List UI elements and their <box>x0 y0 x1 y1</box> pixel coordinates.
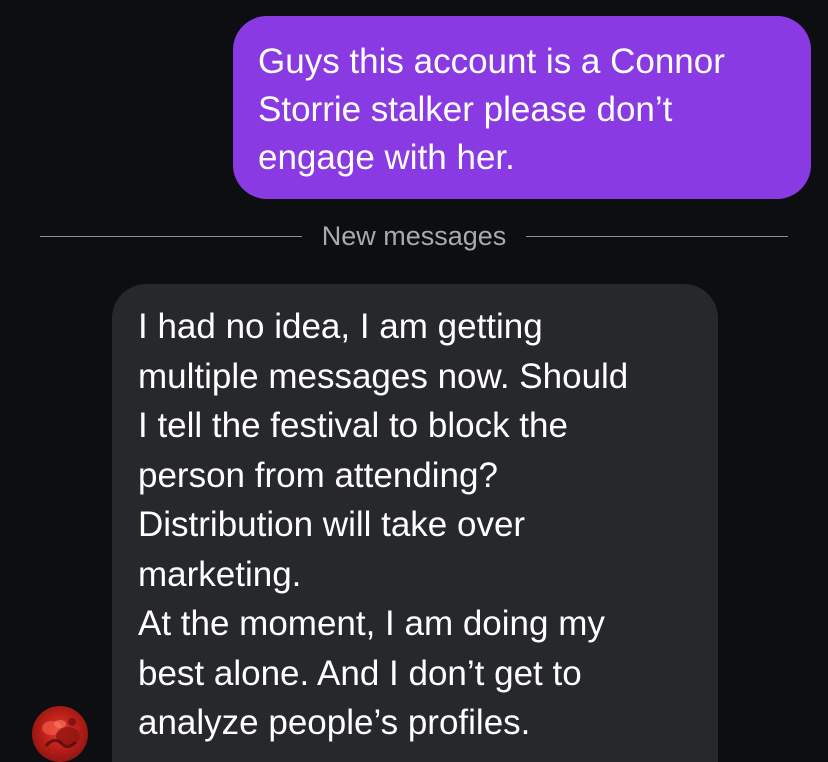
divider-line-left <box>40 235 302 237</box>
message-line: marketing. <box>138 554 302 594</box>
divider-line-right <box>526 235 789 237</box>
avatar-image <box>42 718 80 749</box>
message-line: Distribution will take over <box>138 505 526 544</box>
message-line: analyze people’s profiles. <box>138 703 531 742</box>
message-thread[interactable]: Guys this account is a Connor Storrie st… <box>0 0 828 762</box>
message-line: At the moment, I am doing my <box>138 604 605 643</box>
message-line: person from attending? <box>138 455 498 495</box>
message-line: multiple messages now. Should <box>138 356 629 396</box>
new-messages-divider: New messages <box>40 212 789 260</box>
outgoing-message-bubble[interactable]: Guys this account is a Connor Storrie st… <box>233 16 811 199</box>
sender-avatar-icon[interactable] <box>32 706 88 762</box>
incoming-message-bubble[interactable]: I had no idea, I am getting multiple mes… <box>112 284 718 762</box>
new-messages-label: New messages <box>321 220 507 251</box>
message-line: I had no idea, I am getting <box>138 307 543 346</box>
message-line: I tell the festival to block the <box>138 406 568 445</box>
message-line: best alone. And I don’t get to <box>138 653 582 693</box>
